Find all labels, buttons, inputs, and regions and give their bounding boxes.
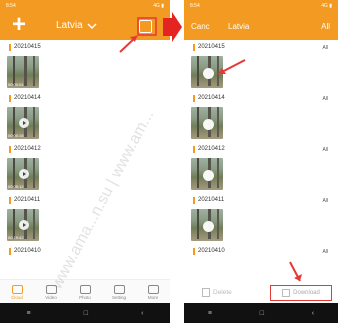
trash-icon <box>202 288 210 297</box>
list-item: 20210411 00:19:42 <box>0 195 170 246</box>
select-checkbox[interactable] <box>203 170 214 181</box>
cloud-icon <box>11 284 23 294</box>
camera-selector[interactable]: Latvia <box>56 20 97 31</box>
nav-photo[interactable]: Photo <box>68 280 102 304</box>
delete-button[interactable]: Delete <box>202 288 232 297</box>
play-icon <box>19 169 29 179</box>
list-item: 20210410 <box>0 246 170 266</box>
list-item: 20210415 00:00:01 <box>0 42 170 93</box>
video-thumbnail[interactable]: 00:00:15 <box>7 107 39 139</box>
list-item: 20210414 00:00:15 <box>0 93 170 144</box>
date-header: 20210414 <box>193 95 225 102</box>
date-header: 20210411 <box>193 197 224 204</box>
top-bar: Canc Latvia All <box>184 12 338 40</box>
date-header: 20210415 <box>193 44 225 51</box>
nav-label: Video <box>45 294 57 300</box>
video-duration: 00:00:15 <box>8 133 24 138</box>
video-icon <box>45 284 57 294</box>
date-header: 20210414 <box>9 95 41 102</box>
nav-label: Setting <box>111 294 126 300</box>
list-item: 20210412 All <box>184 144 338 195</box>
camera-app-screen-select: 8:54 4G ▮ Canc Latvia All 20210415 All 2… <box>184 0 338 323</box>
back-icon[interactable]: ‹ <box>141 310 143 317</box>
bottom-nav: Cloud Video Photo Setting More <box>0 279 170 304</box>
more-icon <box>147 284 159 294</box>
select-all-group[interactable]: All <box>322 45 328 51</box>
action-bar: Delete Download <box>184 283 338 303</box>
download-label: Download <box>293 290 320 296</box>
nav-label: Cloud <box>11 294 23 300</box>
android-nav-bar: ≡ □ ‹ <box>184 303 338 323</box>
video-thumbnail[interactable] <box>191 209 223 241</box>
gear-icon <box>113 284 125 294</box>
back-icon[interactable]: ‹ <box>312 310 314 317</box>
nav-video[interactable]: Video <box>34 280 68 304</box>
delete-label: Delete <box>213 289 232 296</box>
status-indicators: 4G ▮ <box>153 3 164 9</box>
video-duration: 00:00:01 <box>8 82 24 87</box>
download-icon <box>282 289 291 297</box>
android-nav-bar: ≡ □ ‹ <box>0 303 170 323</box>
video-list: 20210415 All 20210414 All 20210412 All 2… <box>184 42 338 266</box>
date-header: 20210410 <box>9 248 41 255</box>
video-thumbnail[interactable]: 00:19:42 <box>7 209 39 241</box>
camera-name: Latvia <box>56 20 83 31</box>
video-thumbnail[interactable] <box>191 56 223 88</box>
home-icon[interactable]: □ <box>84 310 88 317</box>
nav-more[interactable]: More <box>136 280 170 304</box>
nav-setting[interactable]: Setting <box>102 280 136 304</box>
video-duration: 00:05:12 <box>8 184 24 189</box>
status-time: 8:54 <box>6 3 16 9</box>
select-all-button[interactable]: All <box>321 22 330 31</box>
photo-icon <box>79 284 91 294</box>
list-item: 20210410 All <box>184 246 338 266</box>
select-all-group[interactable]: All <box>322 96 328 102</box>
cancel-button[interactable]: Canc <box>191 22 210 31</box>
video-list: 20210415 00:00:01 20210414 00:00:15 2021… <box>0 42 170 266</box>
list-item: 20210415 All <box>184 42 338 93</box>
video-duration: 00:19:42 <box>8 235 24 240</box>
select-all-group[interactable]: All <box>322 198 328 204</box>
video-thumbnail[interactable]: 00:05:12 <box>7 158 39 190</box>
date-header: 20210410 <box>193 248 225 255</box>
select-checkbox[interactable] <box>203 221 214 232</box>
date-header: 20210412 <box>9 146 41 153</box>
date-header: 20210412 <box>193 146 225 153</box>
top-bar: + Latvia <box>0 12 170 40</box>
status-time: 8:54 <box>190 3 200 9</box>
nav-label: More <box>147 294 159 300</box>
status-bar: 8:54 4G ▮ <box>184 0 338 12</box>
video-thumbnail[interactable]: 00:00:01 <box>7 56 39 88</box>
home-icon[interactable]: □ <box>260 310 264 317</box>
date-header: 20210411 <box>9 197 40 204</box>
download-button[interactable]: Download <box>270 285 332 301</box>
play-icon <box>19 118 29 128</box>
nav-label: Photo <box>79 294 91 300</box>
menu-icon[interactable]: ≡ <box>208 310 212 317</box>
list-item: 20210411 All <box>184 195 338 246</box>
checkbox-select-icon[interactable] <box>139 20 152 33</box>
list-item: 20210412 00:05:12 <box>0 144 170 195</box>
date-header: 20210415 <box>9 44 41 51</box>
select-all-group[interactable]: All <box>322 249 328 255</box>
select-checkbox[interactable] <box>203 119 214 130</box>
play-icon <box>19 220 29 230</box>
camera-name: Latvia <box>228 22 250 31</box>
nav-cloud[interactable]: Cloud <box>0 280 34 304</box>
video-thumbnail[interactable] <box>191 107 223 139</box>
status-indicators: 4G ▮ <box>321 3 332 9</box>
add-camera-button[interactable]: + <box>12 13 26 37</box>
chevron-down-icon <box>87 23 97 29</box>
camera-app-screen-list: 8:54 4G ▮ + Latvia 20210415 00:00:01 202… <box>0 0 170 323</box>
select-checkbox[interactable] <box>203 68 214 79</box>
video-thumbnail[interactable] <box>191 158 223 190</box>
list-item: 20210414 All <box>184 93 338 144</box>
menu-icon[interactable]: ≡ <box>27 310 31 317</box>
select-all-group[interactable]: All <box>322 147 328 153</box>
